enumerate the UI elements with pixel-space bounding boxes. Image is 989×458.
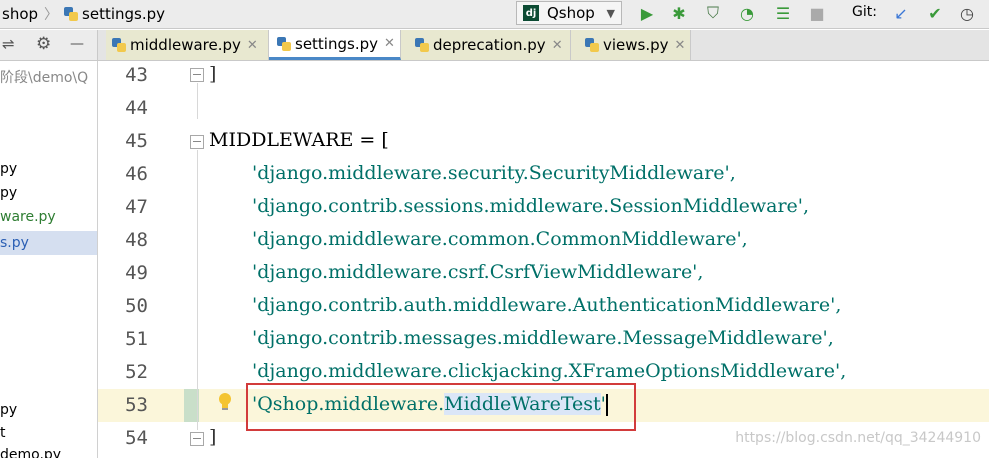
line-number: 50 xyxy=(125,295,148,317)
line-number: 47 xyxy=(125,196,148,218)
project-panel: 阶段\demo\Q py py ware.py s.py py t demo.p… xyxy=(0,61,98,458)
breadcrumb-separator: 〉 xyxy=(44,7,59,23)
git-update-icon[interactable]: ↙ xyxy=(890,2,912,24)
line-number: 52 xyxy=(125,361,148,383)
breadcrumb-project[interactable]: shop xyxy=(2,5,38,23)
python-file-icon xyxy=(277,36,291,51)
close-icon[interactable]: ✕ xyxy=(384,36,395,51)
navigation-bar: shop 〉 settings.py xyxy=(0,0,989,29)
line-number: 44 xyxy=(125,97,148,119)
code-line[interactable]: 'django.contrib.auth.middleware.Authenti… xyxy=(252,294,841,316)
close-icon[interactable]: ✕ xyxy=(552,38,563,53)
project-file-item[interactable]: py xyxy=(0,185,17,201)
code-line[interactable]: 'django.middleware.clickjacking.XFrameOp… xyxy=(252,360,846,382)
python-file-icon xyxy=(112,38,126,52)
collapse-icon[interactable]: ⇌ xyxy=(2,35,15,53)
tab-deprecation[interactable]: deprecation.py ✕ xyxy=(401,30,571,60)
code-line[interactable]: ] xyxy=(209,426,216,448)
coverage-icon[interactable]: ⛉ xyxy=(702,2,724,24)
line-number: 54 xyxy=(125,427,148,449)
chevron-down-icon: ▼ xyxy=(606,6,615,20)
git-commit-icon[interactable]: ✔ xyxy=(924,2,946,24)
code-line[interactable]: 'django.middleware.security.SecurityMidd… xyxy=(252,162,736,184)
line-number: 46 xyxy=(125,163,148,185)
tab-label: views.py xyxy=(603,36,669,54)
debug-icon[interactable]: ✱ xyxy=(668,2,690,24)
indent-guide xyxy=(197,150,198,430)
line-number: 49 xyxy=(125,262,148,284)
line-number: 48 xyxy=(125,229,148,251)
python-file-icon xyxy=(585,38,599,52)
tab-views[interactable]: views.py ✕ xyxy=(571,30,691,60)
run-configuration-select[interactable]: dj Qshop ▼ xyxy=(516,1,622,25)
git-history-icon[interactable]: ◷ xyxy=(956,2,978,24)
tab-middleware[interactable]: middleware.py ✕ xyxy=(106,30,269,60)
concurrency-icon[interactable]: ☰ xyxy=(772,2,794,24)
fold-icon[interactable] xyxy=(190,432,204,446)
line-number: 53 xyxy=(125,394,148,416)
indent-guide xyxy=(197,83,198,119)
run-icon[interactable]: ▶ xyxy=(636,2,658,24)
project-file-item[interactable]: py xyxy=(0,402,17,418)
code-line[interactable]: 'django.contrib.sessions.middleware.Sess… xyxy=(252,195,809,217)
lightbulb-icon[interactable] xyxy=(218,392,232,412)
annotation-highlight-box xyxy=(246,383,636,431)
tab-label: deprecation.py xyxy=(433,36,546,54)
project-file-item[interactable]: py xyxy=(0,161,17,177)
tab-label: middleware.py xyxy=(130,36,241,54)
fold-icon[interactable] xyxy=(190,68,204,82)
project-file-item[interactable]: demo.py xyxy=(0,447,61,458)
run-configuration-label: Qshop xyxy=(547,4,595,22)
close-icon[interactable]: ✕ xyxy=(675,38,686,53)
minimize-icon[interactable]: — xyxy=(70,36,84,52)
profile-icon[interactable]: ◔ xyxy=(736,2,758,24)
project-file-item[interactable]: ware.py xyxy=(0,209,56,225)
git-label: Git: xyxy=(852,4,877,20)
project-file-item[interactable]: t xyxy=(0,425,6,441)
tab-label: settings.py xyxy=(295,34,378,53)
python-file-icon xyxy=(415,38,429,52)
code-line[interactable]: 'django.middleware.csrf.CsrfViewMiddlewa… xyxy=(252,261,703,283)
close-icon[interactable]: ✕ xyxy=(247,38,258,53)
breadcrumb-file[interactable]: settings.py xyxy=(82,5,165,23)
line-number: 45 xyxy=(125,130,148,152)
code-line[interactable]: 'django.middleware.common.CommonMiddlewa… xyxy=(252,228,748,250)
django-icon: dj xyxy=(523,5,539,21)
project-path: 阶段\demo\Q xyxy=(0,70,89,86)
code-line[interactable]: 'django.contrib.messages.middleware.Mess… xyxy=(252,327,834,349)
fold-icon[interactable] xyxy=(190,135,204,149)
watermark: https://blog.csdn.net/qq_34244910 xyxy=(735,430,981,446)
project-toolbar: ⇌ ⚙ — xyxy=(0,30,98,60)
line-number: 43 xyxy=(125,64,148,86)
project-file-item-selected[interactable]: s.py xyxy=(0,231,97,255)
tab-settings[interactable]: settings.py ✕ xyxy=(269,30,401,60)
line-number: 51 xyxy=(125,328,148,350)
code-line[interactable]: ] xyxy=(209,63,216,85)
code-line[interactable]: MIDDLEWARE = [ xyxy=(209,129,389,151)
gear-icon[interactable]: ⚙ xyxy=(36,34,51,54)
stop-icon[interactable]: ■ xyxy=(806,2,828,24)
python-file-icon xyxy=(64,7,79,21)
